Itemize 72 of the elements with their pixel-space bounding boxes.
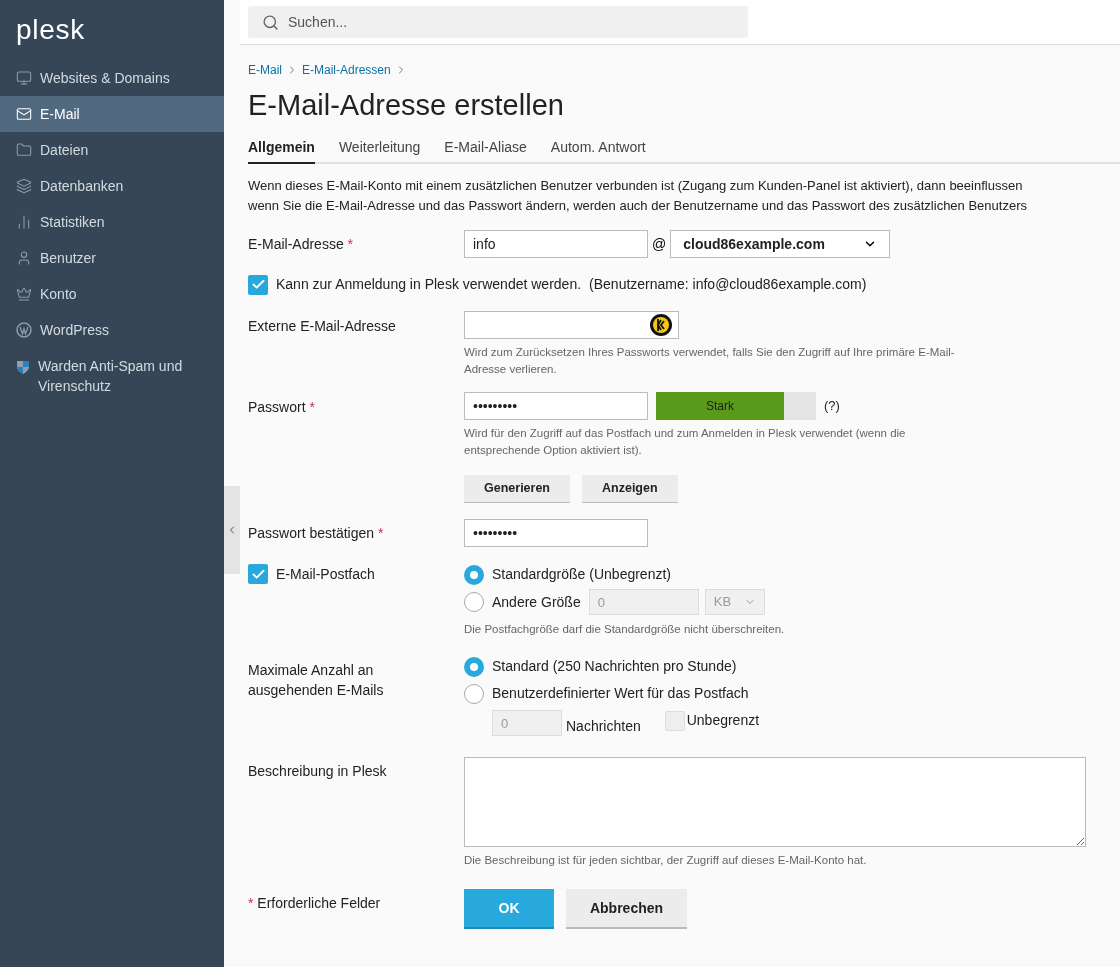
field-label: E-Mail-Adresse * (248, 234, 355, 254)
radio-button[interactable] (464, 564, 484, 585)
field-label: Passwort * (248, 398, 316, 417)
hint-text: Wird zum Zurücksetzen Ihres Passworts verwendet, falls Sie den Zugriff auf Ihre primäre E-Mail-Adresse verlieren. (464, 345, 956, 377)
tab[interactable]: Allgemein (248, 137, 315, 164)
layers-icon (16, 178, 32, 194)
monitor-icon (16, 70, 32, 86)
intro-text: Wenn dieses E-Mail-Konto mit einem zusätzlichen Benutzer verbunden ist (Zugang zum Kunden-Panel ist aktiviert), dann beeinflussen (248, 177, 1024, 195)
logo: plesk (16, 13, 85, 47)
search-field[interactable]: Suchen... (248, 6, 748, 38)
domain-select[interactable]: cloud86example.com (670, 230, 891, 258)
field-label: Beschreibung in Plesk (248, 762, 388, 781)
hint-text: Die Postfachgröße darf die Standardgröße nicht überschreiten. (464, 622, 786, 637)
shield-icon (16, 359, 30, 375)
intro-text: wenn Sie die E-Mail-Adresse und das Passwort ändern, werden auch der Benutzername und das Passwort des zusätzlichen Benutzers (248, 197, 1028, 215)
checkbox-label: Kann zur Anmeldung in Plesk verwendet werden. (276, 275, 582, 294)
radio-button[interactable] (464, 592, 484, 612)
breadcrumb-link[interactable]: E-Mail-Adressen (302, 61, 391, 79)
checkbox[interactable] (248, 274, 268, 295)
cancel-button[interactable]: Abbrechen (566, 889, 687, 929)
tab[interactable]: Autom. Antwort (550, 137, 646, 164)
crown-icon (16, 286, 32, 302)
hint-text: Wird für den Zugriff auf das Postfach und zum Anmelden in Plesk verwendet (wenn die entsprechende Option aktiviert ist). (464, 426, 907, 458)
tab[interactable]: Weiterleitung (338, 137, 421, 164)
checkbox-label: E-Mail-Postfach (276, 565, 375, 584)
sidebar-item[interactable]: Websites & Domains (0, 60, 224, 96)
radio-button[interactable] (464, 683, 484, 704)
radio-label: Andere Größe (492, 592, 581, 612)
checkbox[interactable] (664, 710, 685, 731)
checkbox[interactable] (248, 564, 268, 584)
password-confirm-input[interactable]: ••••••••• (464, 519, 648, 547)
action-button[interactable]: Anzeigen (582, 475, 678, 503)
unit-label: Nachrichten (566, 717, 641, 736)
username-note: (Benutzername: info@cloud86example.com) (589, 275, 867, 294)
sidebar-item[interactable]: E-Mail (0, 96, 224, 132)
sidebar-item[interactable]: Warden Anti-Spam und Virenschutz (0, 348, 224, 404)
bar-chart-icon (16, 214, 32, 230)
folder-icon (16, 142, 32, 158)
at-sign: @ (652, 234, 667, 254)
email-input[interactable]: info (464, 230, 648, 258)
page-title: E-Mail-Adresse erstellen (248, 88, 565, 123)
radio-label: Benutzerdefinierter Wert für das Postfach (492, 684, 749, 703)
sidebar-item[interactable]: Datenbanken (0, 168, 224, 204)
field-label: Externe E-Mail-Adresse (248, 317, 397, 336)
hint-text: Die Beschreibung ist für jeden sichtbar, der Zugriff auf dieses E-Mail-Konto hat. (464, 853, 868, 868)
mail-icon (16, 106, 32, 122)
strength-bar: Stark (656, 392, 784, 420)
radio-label: Standard (250 Nachrichten pro Stunde) (492, 657, 737, 676)
search-icon (262, 14, 279, 31)
user-icon (16, 250, 32, 266)
radio-label: Standardgröße (Unbegrenzt) (492, 565, 671, 584)
collapse-handle[interactable] (224, 486, 240, 574)
sidebar-item[interactable]: Dateien (0, 132, 224, 168)
tab[interactable]: E-Mail-Aliase (444, 137, 527, 164)
sidebar-item[interactable]: Statistiken (0, 204, 224, 240)
checkbox-label: Unbegrenzt (686, 711, 760, 730)
key-badge-icon (650, 314, 672, 336)
sidebar-item[interactable]: Konto (0, 276, 224, 312)
password-input[interactable]: ••••••••• (464, 392, 648, 420)
action-button[interactable]: Generieren (464, 475, 570, 503)
wordpress-icon (16, 322, 32, 338)
external-email-input[interactable] (464, 311, 679, 339)
field-label: Maximale Anzahl an ausgehenden E-Mails (248, 661, 385, 700)
field-label: Passwort bestätigen * (248, 523, 385, 543)
breadcrumb-link[interactable]: E-Mail (248, 61, 282, 79)
help-link[interactable]: (?) (824, 396, 840, 416)
radio-button[interactable] (464, 656, 484, 677)
required-note: * Erforderliche Felder (248, 894, 382, 913)
description-textarea[interactable] (464, 757, 1086, 847)
sidebar-item[interactable]: Benutzer (0, 240, 224, 276)
checkmark-icon (250, 277, 266, 292)
sidebar-item[interactable]: WordPress (0, 312, 224, 348)
